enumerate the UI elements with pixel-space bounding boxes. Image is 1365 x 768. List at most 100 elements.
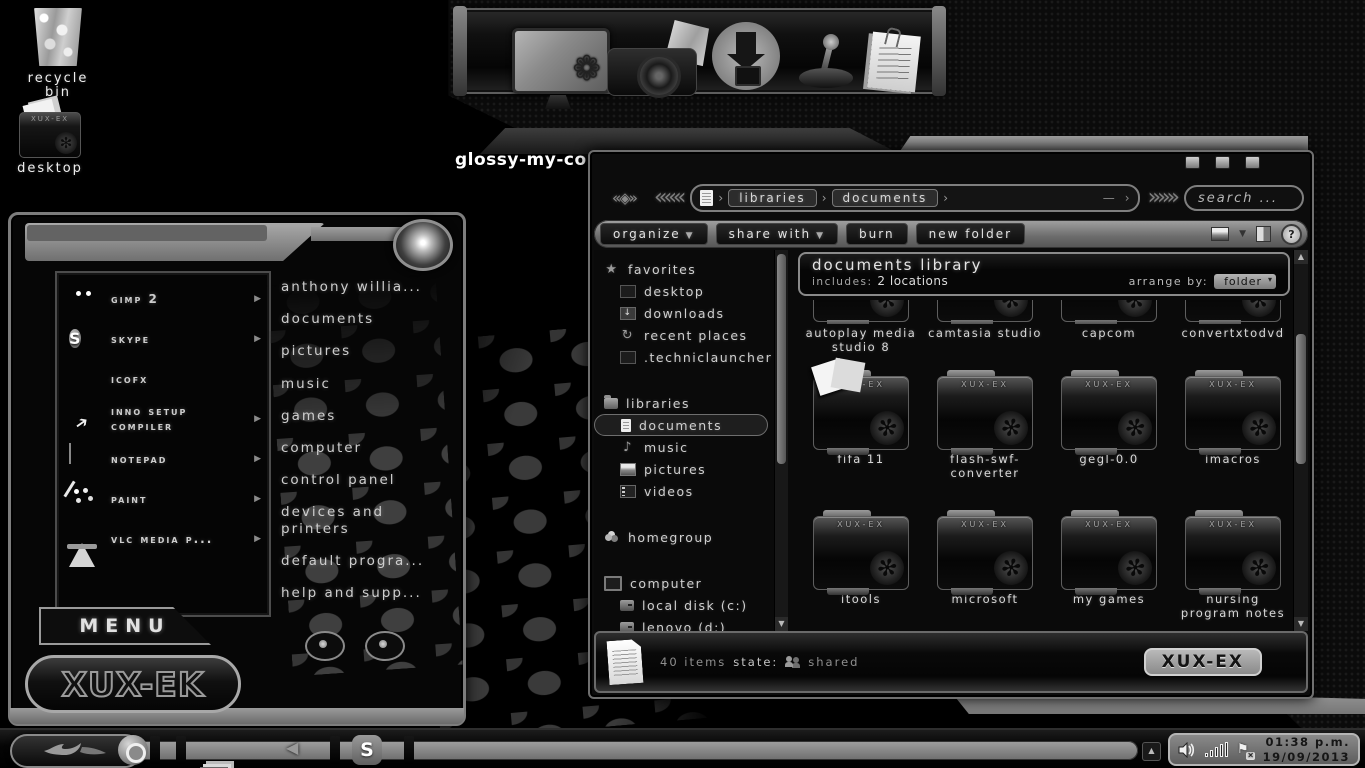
chevron-down-icon[interactable]: ▼ — [1239, 229, 1246, 239]
vertical-scrollbar[interactable]: ▲ ▼ — [1293, 250, 1308, 631]
menu-item-music[interactable]: music — [279, 368, 449, 400]
sidebar-item-music[interactable]: ♪ music — [594, 436, 772, 458]
folder-name: gegl-0.0 — [1079, 452, 1139, 466]
sidebar-item-libraries[interactable]: libraries — [594, 392, 772, 414]
scrollbar-thumb[interactable] — [777, 254, 786, 464]
search-input[interactable] — [1196, 189, 1292, 207]
scroll-up-button[interactable]: ▲ — [1294, 250, 1308, 264]
sidebar-item-favorites[interactable]: ★ favorites — [594, 258, 772, 280]
menu-item-icofx[interactable]: ICOFX — [57, 359, 269, 399]
menu-item-documents[interactable]: documents — [279, 303, 449, 335]
menu-item-paint[interactable]: PAINT ▶ — [57, 479, 269, 519]
taskbar-chrome-icon[interactable] — [118, 735, 148, 765]
sidebar-item-pictures[interactable]: pictures — [594, 458, 772, 480]
sidebar-item-recent-places[interactable]: ↻ recent places — [594, 324, 772, 346]
folder-item[interactable]: XUX-EX ✻ gegl-0.0 — [1050, 370, 1168, 481]
show-hidden-icons-button[interactable]: ▲ — [1142, 742, 1161, 761]
navigation-bar: «◈» ««« › libraries › documents › — › »»… — [590, 180, 1312, 216]
menu-item-notepad[interactable]: NOTEPAD ▶ — [57, 439, 269, 479]
network-signal-icon[interactable] — [1205, 741, 1228, 757]
menu-item-vlc[interactable]: VLC MEDIA P... ▶ — [57, 519, 269, 567]
menu-item-help-support[interactable]: help and supp... — [279, 577, 449, 609]
sidebar-item-desktop[interactable]: desktop — [594, 280, 772, 302]
change-view-icon[interactable] — [1211, 227, 1230, 241]
sidebar-item-videos[interactable]: videos — [594, 480, 772, 502]
folder-item[interactable]: XUX-EX ✻ flash-swf-converter — [926, 370, 1044, 481]
action-center-flag-icon[interactable]: ⚑ — [1237, 742, 1255, 760]
folder-item[interactable]: XUX-EX ✻ nursing program notes — [1174, 510, 1292, 621]
folder-item[interactable]: XUX-EX ✻ my games — [1050, 510, 1168, 621]
menu-item-user[interactable]: anthony willia... — [279, 271, 449, 303]
back-button[interactable]: ««« — [654, 187, 686, 209]
status-bar: 40 items state: shared XUX-EX — [594, 631, 1308, 693]
close-button[interactable] — [1245, 156, 1260, 169]
menu-header-bar — [27, 225, 267, 241]
sidebar-scrollbar[interactable]: ▼ — [774, 250, 788, 631]
forward-button[interactable]: »»» — [1148, 187, 1180, 209]
preview-pane-icon[interactable] — [1256, 226, 1271, 242]
folder-item[interactable]: XUX-EX✻ camtasia studio — [926, 300, 1044, 355]
help-icon[interactable]: ? — [1281, 223, 1302, 245]
camera-dock-icon[interactable] — [607, 20, 709, 98]
top-dock: ❁ — [453, 6, 946, 109]
menu-item-pictures[interactable]: pictures — [279, 335, 449, 367]
dock-collapse-icon[interactable]: ◀ — [286, 738, 298, 757]
notes-dock-icon[interactable] — [862, 26, 926, 94]
menu-item-skype[interactable]: S SKYPE ▶ — [57, 319, 269, 359]
menu-item-control-panel[interactable]: control panel — [279, 464, 449, 496]
sidebar-item-techniclauncher[interactable]: .techniclauncher — [594, 346, 772, 368]
chevron-right-icon: › — [943, 191, 949, 205]
menu-item-devices-printers[interactable]: devices and printers — [279, 496, 449, 544]
menu-item-computer[interactable]: computer — [279, 432, 449, 464]
sidebar-item-computer[interactable]: computer — [594, 572, 772, 594]
burn-button[interactable]: burn — [846, 223, 908, 245]
breadcrumb-item-libraries[interactable]: libraries — [728, 189, 817, 207]
sidebar-item-downloads[interactable]: ↓ downloads — [594, 302, 772, 324]
search-box[interactable] — [1184, 185, 1304, 211]
navigation-pane: ★ favorites desktop ↓ downloads ↻ recent… — [594, 250, 772, 635]
submenu-arrow-icon: ▶ — [254, 454, 261, 464]
menu-item-gimp[interactable]: GIMP 2 ▶ — [57, 279, 269, 319]
my-computer-dock-icon[interactable]: ❁ — [512, 28, 610, 109]
taskbar-skype-icon[interactable]: S — [352, 735, 382, 765]
menu-item-default-programs[interactable]: default progra... — [279, 545, 449, 577]
scrollbar-thumb[interactable] — [1296, 334, 1306, 464]
games-dock-icon[interactable] — [797, 34, 855, 92]
videos-icon — [620, 484, 636, 498]
desktop-icon-desktop-folder[interactable]: XUX-EX ✻ desktop — [8, 98, 92, 176]
breadcrumb-item-documents[interactable]: documents — [831, 189, 939, 207]
desktop-icon-recycle-bin[interactable]: recycle bin — [16, 8, 100, 101]
sidebar-item-homegroup[interactable]: homegroup — [594, 526, 772, 548]
scroll-down-button[interactable]: ▼ — [775, 617, 788, 631]
sidebar-item-local-disk-c[interactable]: local disk (c:) — [594, 594, 772, 616]
shutdown-orb-button[interactable] — [305, 631, 345, 661]
share-with-button[interactable]: share with ▼ — [715, 223, 839, 245]
new-folder-button[interactable]: new folder — [915, 223, 1026, 245]
downloads-dock-icon[interactable] — [712, 22, 780, 90]
folder-item[interactable]: XUX-EX ✻ itools — [802, 510, 920, 621]
folder-item[interactable]: XUX-EX✻ convertxtodvd — [1174, 300, 1292, 355]
folder-item[interactable]: XUX-EX✻ autoplay media studio 8 — [802, 300, 920, 355]
maximize-button[interactable] — [1215, 156, 1230, 169]
folder-item[interactable]: XUX-EX✻ capcom — [1050, 300, 1168, 355]
breadcrumb-dropdown-icon[interactable]: › — [1125, 191, 1130, 205]
folder-item[interactable]: XUX-EX ✻ microsoft — [926, 510, 1044, 621]
title-bar[interactable] — [590, 152, 1312, 178]
lock-orb-button[interactable] — [365, 631, 405, 661]
power-orb-button[interactable] — [393, 219, 453, 271]
clock[interactable]: 01:38 p.m. 19/09/2013 — [1263, 735, 1350, 765]
minimize-button[interactable] — [1185, 156, 1200, 169]
breadcrumb[interactable]: › libraries › documents › — › — [690, 184, 1140, 212]
menu-item-inno-setup[interactable]: INNO SETUP COMPILER ▶ — [57, 399, 269, 439]
organize-button[interactable]: organize ▼ — [600, 223, 708, 245]
folder-item[interactable]: XUX-EX ✻ fifa 11 — [802, 370, 920, 481]
sidebar-item-documents-selected[interactable]: documents — [594, 414, 768, 436]
folder-item[interactable]: XUX-EX ✻ imacros — [1174, 370, 1292, 481]
menu-item-games[interactable]: games — [279, 400, 449, 432]
tray-time: 01:38 p.m. — [1265, 734, 1350, 749]
volume-icon[interactable] — [1178, 741, 1196, 758]
arrange-by-dropdown[interactable]: folder — [1214, 274, 1276, 289]
scroll-down-button[interactable]: ▼ — [1294, 617, 1308, 631]
homegroup-icon — [604, 532, 620, 543]
state-value: shared — [808, 655, 860, 669]
